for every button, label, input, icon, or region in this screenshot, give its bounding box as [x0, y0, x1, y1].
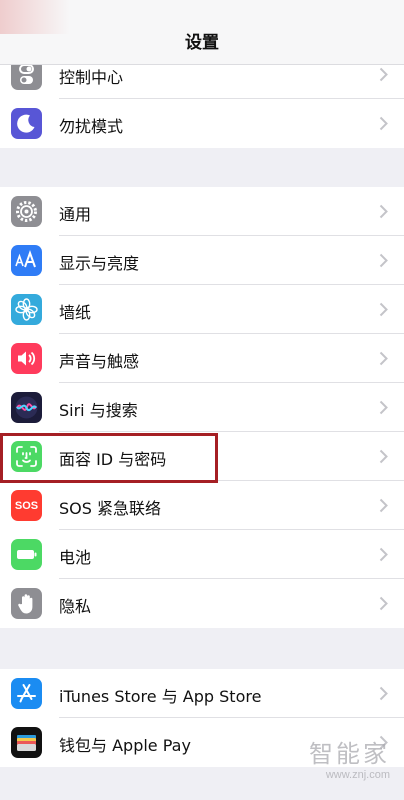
- settings-row-general[interactable]: 通用: [0, 187, 404, 236]
- chevron-right-icon: [379, 67, 388, 82]
- settings-row-label: 声音与触感: [59, 352, 140, 371]
- chevron-right-icon: [379, 204, 388, 219]
- settings-row-label: iTunes Store 与 App Store: [59, 687, 262, 706]
- watermark-url: www.znj.com: [325, 769, 390, 781]
- hand-icon: [11, 588, 42, 619]
- settings-row-label: 墙纸: [59, 303, 92, 322]
- siri-icon: [11, 392, 42, 423]
- chevron-right-icon: [379, 400, 388, 415]
- watermark: 智能家 www.znj.com: [309, 734, 390, 781]
- settings-row-label: 显示与亮度: [59, 254, 140, 273]
- settings-row-label: 勿扰模式: [59, 117, 124, 136]
- settings-row-label: 隐私: [59, 597, 92, 616]
- settings-row-privacy[interactable]: 隐私: [0, 579, 404, 628]
- settings-row-label: Siri 与搜索: [59, 401, 138, 420]
- chevron-right-icon: [379, 596, 388, 611]
- chevron-right-icon: [379, 253, 388, 268]
- chevron-right-icon: [379, 449, 388, 464]
- battery-icon: [11, 539, 42, 570]
- settings-row-label: 电池: [59, 548, 92, 567]
- display-brightness-icon: [11, 245, 42, 276]
- chevron-right-icon: [379, 498, 388, 513]
- page-title: 设置: [185, 33, 219, 53]
- app-store-icon: [11, 678, 42, 709]
- chevron-right-icon: [379, 351, 388, 366]
- settings-group-main: 通用 显示与亮度 墙纸 声音与触感 Siri 与搜索 面容 ID 与密码 SOS…: [0, 187, 404, 628]
- wallpaper-flower-icon: [11, 294, 42, 325]
- speaker-icon: [11, 343, 42, 374]
- gear-icon: [11, 196, 42, 227]
- chevron-right-icon: [379, 302, 388, 317]
- chevron-right-icon: [379, 686, 388, 701]
- watermark-logo-text: 智能家: [309, 740, 390, 768]
- settings-row-itunes-app-store[interactable]: iTunes Store 与 App Store: [0, 669, 404, 718]
- settings-row-battery[interactable]: 电池: [0, 530, 404, 579]
- settings-row-label: 控制中心: [59, 68, 124, 87]
- highlight-box: [0, 433, 218, 483]
- settings-row-label: 通用: [59, 205, 92, 224]
- navigation-bar: 设置: [0, 0, 404, 65]
- settings-row-sounds-haptics[interactable]: 声音与触感: [0, 334, 404, 383]
- settings-row-emergency-sos[interactable]: SOS SOS 紧急联络: [0, 481, 404, 530]
- settings-row-label: SOS 紧急联络: [59, 499, 161, 518]
- settings-row-wallpaper[interactable]: 墙纸: [0, 285, 404, 334]
- settings-row-label: 钱包与 Apple Pay: [59, 736, 191, 755]
- moon-icon: [11, 108, 42, 139]
- settings-row-siri-search[interactable]: Siri 与搜索: [0, 383, 404, 432]
- wallet-icon: [11, 727, 42, 758]
- chevron-right-icon: [379, 116, 388, 131]
- settings-row-do-not-disturb[interactable]: 勿扰模式: [0, 99, 404, 148]
- sos-icon: SOS: [11, 490, 42, 521]
- settings-row-display-brightness[interactable]: 显示与亮度: [0, 236, 404, 285]
- chevron-right-icon: [379, 547, 388, 562]
